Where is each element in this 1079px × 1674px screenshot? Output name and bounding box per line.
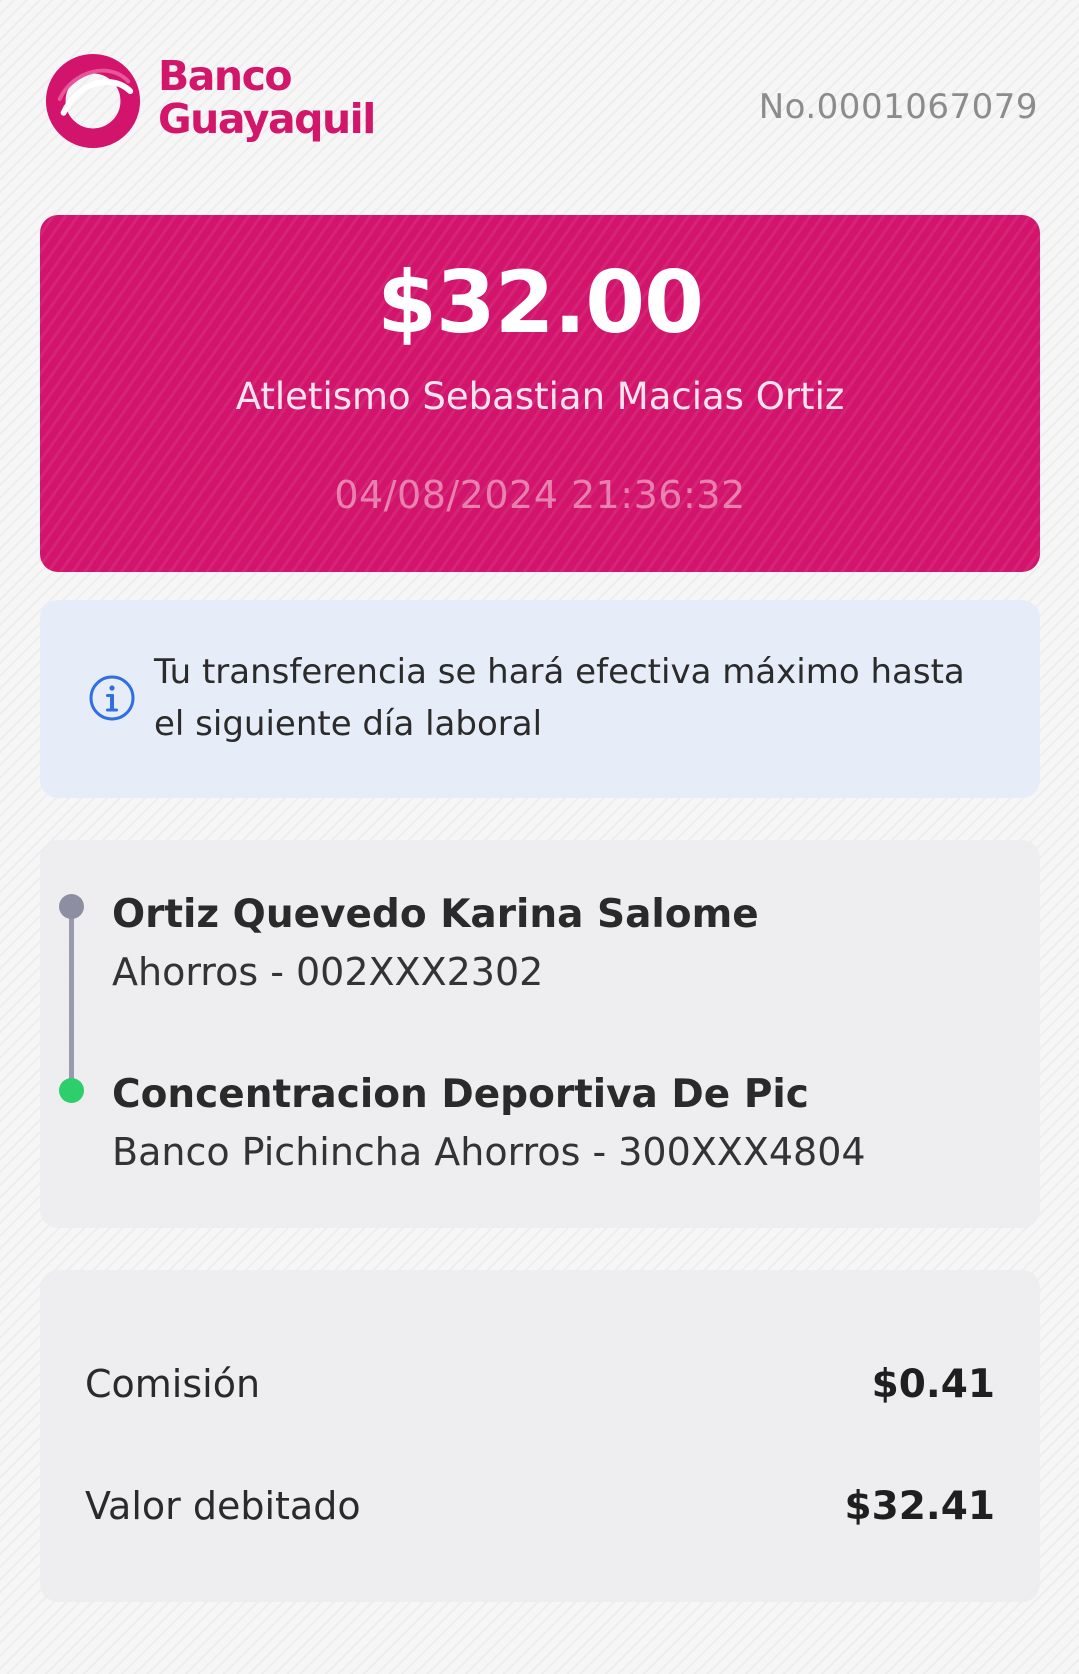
transfer-amount: $32.00 — [377, 253, 704, 353]
banco-guayaquil-logo-icon — [45, 53, 141, 149]
fee-row: Comisión $0.41 — [85, 1362, 995, 1422]
brand-line-2: Guayaquil — [158, 95, 376, 143]
transfer-description: Atletismo Sebastian Macias Ortiz — [235, 375, 845, 418]
debited-value: $32.41 — [844, 1484, 996, 1529]
info-notice: Tu transferencia se hará efectiva máximo… — [40, 600, 1040, 798]
transfer-datetime: 04/08/2024 21:36:32 — [334, 473, 746, 517]
info-text-line-2: el siguiente día laboral — [154, 704, 543, 744]
origin-account: Ahorros - 002XXX2302 — [112, 950, 544, 994]
destination-name: Concentracion Deportiva De Pic — [112, 1072, 809, 1117]
info-text: Tu transferencia se hará efectiva máximo… — [154, 646, 1014, 750]
fee-label: Comisión — [85, 1362, 261, 1406]
receipt-header: Banco Guayaquil No.0001067079 — [0, 0, 1079, 200]
debited-row: Valor debitado $32.41 — [85, 1484, 995, 1544]
brand-line-1: Banco — [158, 52, 293, 100]
info-icon — [89, 675, 135, 721]
debited-label: Valor debitado — [85, 1484, 361, 1528]
timeline-connector — [69, 906, 74, 1086]
destination-account: Banco Pichincha Ahorros - 300XXX4804 — [112, 1130, 866, 1174]
brand-name: Banco Guayaquil — [158, 52, 376, 143]
destination-dot-icon — [59, 1078, 84, 1103]
summary-card: Comisión $0.41 Valor debitado $32.41 — [40, 1270, 1040, 1602]
info-text-line-1: Tu transferencia se hará efectiva máximo… — [154, 652, 965, 692]
fee-value: $0.41 — [871, 1362, 995, 1407]
origin-name: Ortiz Quevedo Karina Salome — [112, 892, 759, 937]
amount-card: $32.00 Atletismo Sebastian Macias Ortiz … — [40, 215, 1040, 572]
parties-card: Ortiz Quevedo Karina Salome Ahorros - 00… — [40, 840, 1040, 1228]
receipt-number: No.0001067079 — [758, 87, 1038, 127]
origin-dot-icon — [59, 894, 84, 919]
